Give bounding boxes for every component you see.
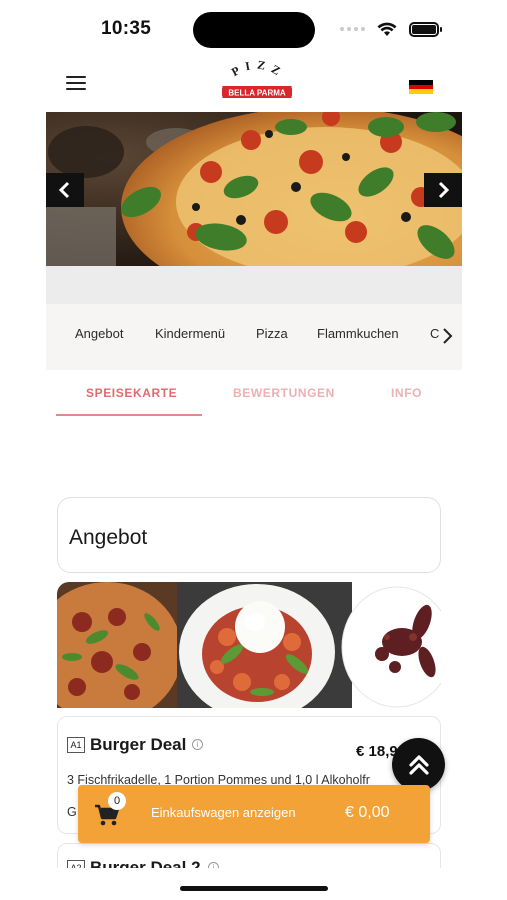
product-description-more: G xyxy=(67,805,77,819)
bottom-safe-area xyxy=(0,868,507,900)
battery-icon xyxy=(409,21,442,37)
category-angebot[interactable]: Angebot xyxy=(75,326,123,341)
dynamic-island xyxy=(193,12,315,48)
hero-placeholder xyxy=(46,266,462,304)
pizza-hero-image xyxy=(46,112,462,266)
section-header-card: Angebot xyxy=(57,497,441,573)
language-flag-de[interactable] xyxy=(409,80,433,94)
cart-label: Einkaufswagen anzeigen xyxy=(151,805,296,820)
section-image-strip xyxy=(57,582,441,708)
cart-count-badge: 0 xyxy=(108,792,126,810)
chevron-right-icon xyxy=(438,181,450,199)
product-price: € 18,9 xyxy=(356,743,398,760)
category-nav: Angebot Kindermenü Pizza Flammkuchen C xyxy=(46,304,462,370)
restaurant-logo: PIZZA BELLA PARMA xyxy=(218,58,292,98)
tab-bewertungen[interactable]: BEWERTUNGEN xyxy=(233,386,335,400)
tab-active-indicator xyxy=(56,414,202,416)
product-code: A1 xyxy=(67,737,85,753)
chevron-right-icon xyxy=(443,328,453,344)
food-images xyxy=(57,582,441,708)
product-name: Burger Deal xyxy=(90,735,187,754)
carousel-next-button[interactable] xyxy=(424,173,462,207)
status-indicators xyxy=(340,18,442,40)
info-circle-icon[interactable]: i xyxy=(192,739,203,750)
category-flammkuchen[interactable]: Flammkuchen xyxy=(317,326,399,341)
cart-total: € 0,00 xyxy=(345,804,390,821)
category-kindermenu[interactable]: Kindermenü xyxy=(155,326,225,341)
section-title: Angebot xyxy=(69,526,148,549)
app-header: PIZZA BELLA PARMA xyxy=(46,58,462,112)
home-indicator[interactable] xyxy=(180,886,328,891)
svg-text:PIZZA: PIZZA xyxy=(218,58,288,81)
category-scroll-right-button[interactable] xyxy=(438,324,456,348)
chevron-left-icon xyxy=(58,181,70,199)
tab-bar: SPEISEKARTE BEWERTUNGEN INFO xyxy=(46,370,462,418)
hamburger-menu-icon[interactable] xyxy=(66,76,86,92)
carousel-prev-button[interactable] xyxy=(46,173,84,207)
hero-carousel[interactable] xyxy=(46,112,462,266)
tab-info[interactable]: INFO xyxy=(391,386,422,400)
tab-speisekarte[interactable]: SPEISEKARTE xyxy=(86,386,177,400)
logo-top-text: PIZZA xyxy=(218,58,282,81)
scroll-to-top-button[interactable] xyxy=(392,738,445,791)
wifi-icon xyxy=(377,22,397,36)
category-pizza[interactable]: Pizza xyxy=(256,326,288,341)
cellular-signal-icon xyxy=(340,27,365,31)
status-time: 10:35 xyxy=(101,18,152,39)
logo-banner-text: BELLA PARMA xyxy=(228,89,286,98)
double-chevron-up-icon xyxy=(408,754,429,775)
view-cart-button[interactable]: 0 Einkaufswagen anzeigen € 0,00 xyxy=(78,785,430,843)
status-bar: 10:35 xyxy=(0,0,507,58)
